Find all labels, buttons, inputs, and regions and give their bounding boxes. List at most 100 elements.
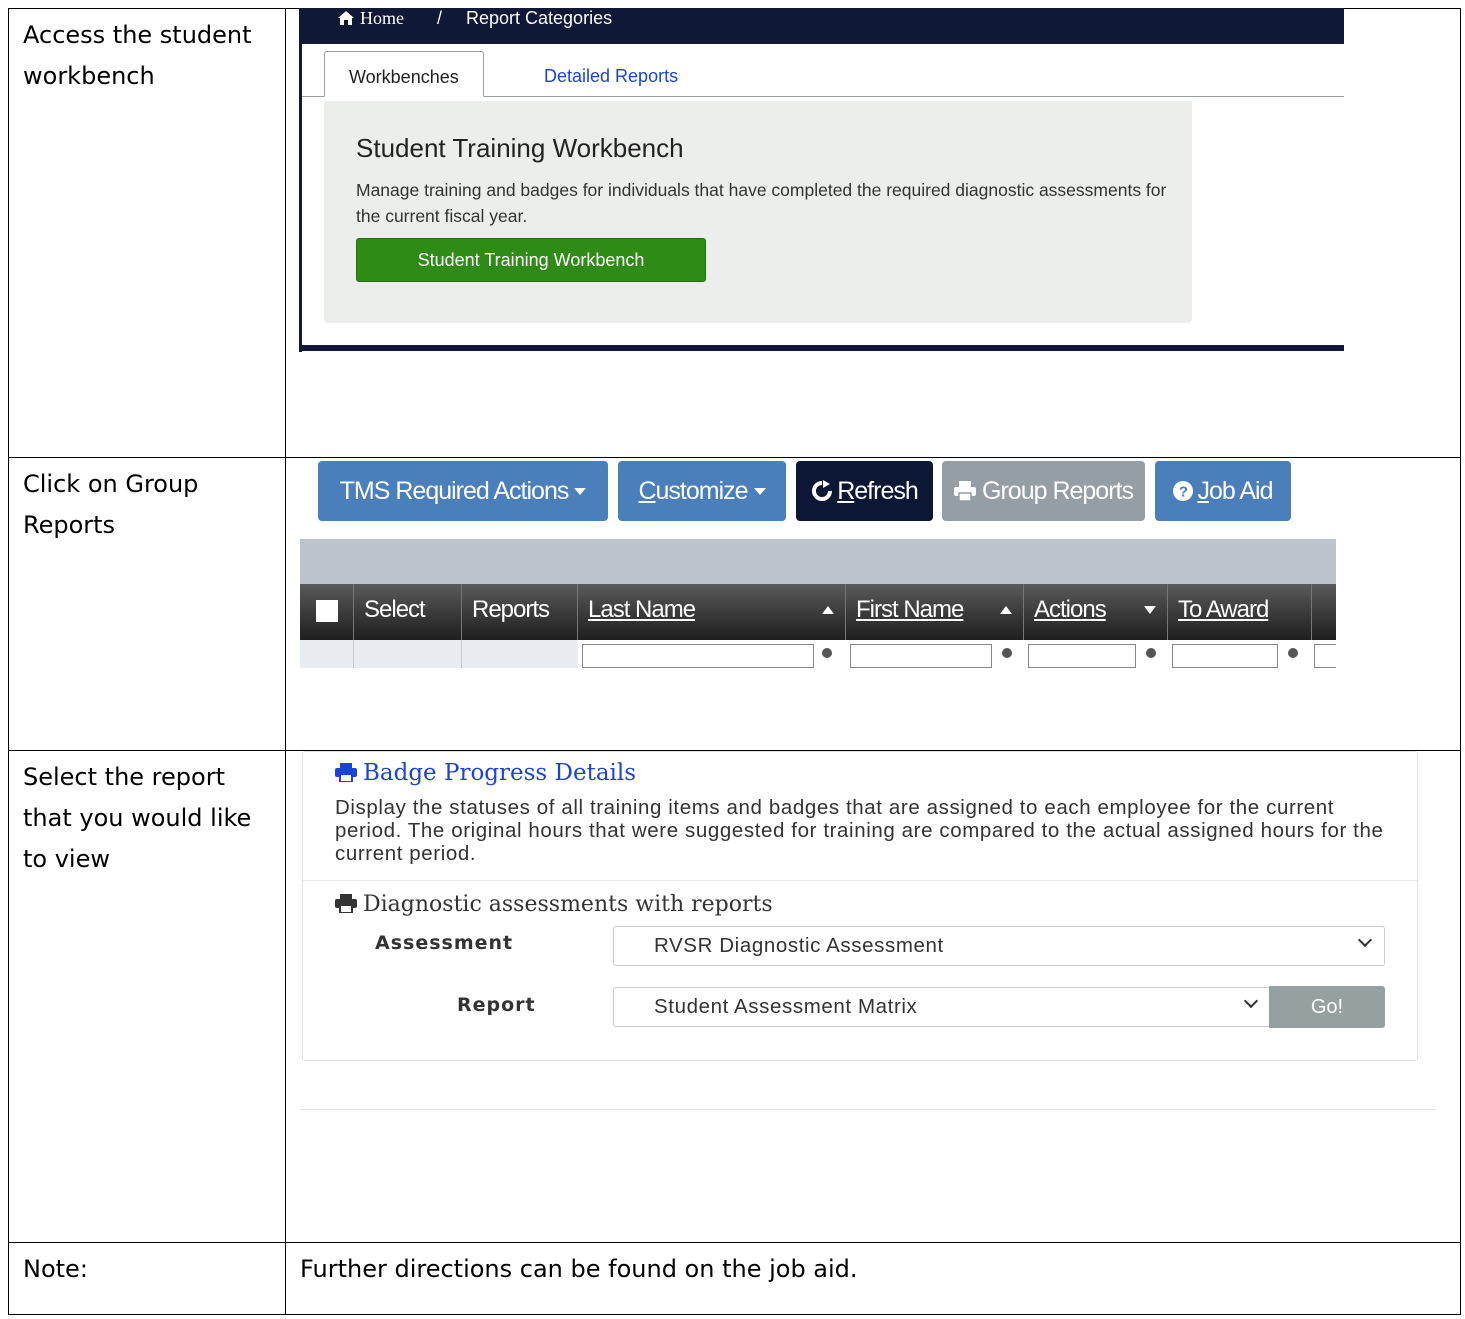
group-reports-label: Group Reports [982,477,1134,505]
go-button[interactable]: Go! [1269,986,1385,1028]
last-name-label: Last Name [588,596,696,623]
select-all-column [300,584,353,640]
column-header-select: Select [353,584,461,640]
refresh-access-key: R [837,477,855,505]
badge-progress-details-link[interactable]: Badge Progress Details [335,760,636,786]
divider [303,880,1417,881]
refresh-button[interactable]: Refresh [796,461,933,521]
panel-description: Manage training and badges for individua… [356,180,1167,226]
badge-progress-description: Display the statuses of all training ite… [335,796,1384,865]
column-header-to-award[interactable]: To Award [1167,584,1311,640]
student-training-workbench-button[interactable]: Student Training Workbench [356,238,706,282]
last-name-filter-input[interactable] [582,644,814,668]
report-selected-value: Student Assessment Matrix [654,995,918,1018]
toolbar-screenshot: TMS Required Actions Customize Refresh G… [300,458,1336,668]
actions-filter-input[interactable] [1028,644,1136,668]
report-screenshot: Badge Progress Details Display the statu… [300,751,1450,1113]
svg-text:?: ? [1179,484,1188,501]
customize-label: ustomize [655,477,749,505]
group-reports-button[interactable]: Group Reports [942,461,1145,521]
grid-toolbar [300,539,1336,584]
column-header-actions[interactable]: Actions [1023,584,1167,640]
filter-input-truncated[interactable] [1314,644,1336,668]
breadcrumb: Home / Report Categories [302,8,1344,44]
customize-access-key: C [638,477,656,505]
assessment-selected-value: RVSR Diagnostic Assessment [654,934,944,957]
note-text: Further directions can be found on the j… [300,1255,858,1283]
select-all-checkbox[interactable] [316,600,338,622]
divider [300,1109,1436,1110]
step-instruction: Select the report that you would like to… [23,763,252,873]
filter-icon[interactable] [822,648,832,658]
refresh-label: efresh [854,477,918,505]
column-header-reports: Reports [461,584,577,640]
breadcrumb-home-label: Home [360,8,404,28]
printer-icon [335,763,357,782]
screenshot-border [302,345,1344,351]
screenshot-cell: TMS Required Actions Customize Refresh G… [285,457,1461,751]
column-header-first-name[interactable]: First Name [845,584,1023,640]
table-row: Access the student workbench Home / Repo… [8,8,1461,458]
step-cell: Select the report that you would like to… [8,750,286,1243]
tab-detailed-reports[interactable]: Detailed Reports [520,51,702,95]
note-text-cell: Further directions can be found on the j… [285,1242,1461,1315]
first-name-label: First Name [856,596,964,623]
filter-cell [300,640,353,668]
home-icon [338,11,354,25]
assessment-select[interactable]: RVSR Diagnostic Assessment [613,926,1385,966]
breadcrumb-separator: / [437,8,443,28]
instruction-table: Access the student workbench Home / Repo… [8,8,1461,1315]
report-select[interactable]: Student Assessment Matrix [613,987,1271,1027]
tms-button-label: TMS Required Actions [339,477,570,505]
grid-header: Select Reports Last Name First Name Acti… [300,584,1336,640]
to-award-filter-input[interactable] [1172,644,1278,668]
job-aid-label: ob Aid [1208,477,1274,505]
chevron-down-icon [1243,993,1259,1009]
step-instruction: Access the student workbench [23,21,252,90]
to-award-label: To Award [1178,596,1269,623]
note-label-cell: Note: [8,1242,286,1315]
badge-progress-title: Badge Progress Details [363,760,637,786]
refresh-icon [812,480,833,501]
tab-bar: Workbenches Detailed Reports [302,44,1344,97]
filter-icon[interactable] [1002,648,1012,658]
screenshot-cell: Home / Report Categories Workbenches Det… [285,8,1461,458]
diagnostic-assessments-heading: Diagnostic assessments with reports [335,892,773,917]
sort-down-icon [1144,606,1156,614]
note-label: Note: [23,1255,88,1283]
filter-cell [353,640,462,668]
first-name-filter-input[interactable] [850,644,992,668]
job-aid-access-key: J [1197,477,1209,505]
step-instruction: Click on Group Reports [23,470,199,539]
workbench-panel: Student Training Workbench Manage traini… [324,101,1192,323]
breadcrumb-home[interactable]: Home [338,8,404,29]
filter-row [300,640,1336,668]
column-header-last-name[interactable]: Last Name [577,584,845,640]
diagnostic-assessments-title: Diagnostic assessments with reports [363,892,773,917]
caret-down-icon [574,488,587,495]
report-label: Report [457,994,536,1016]
tms-required-actions-button[interactable]: TMS Required Actions [318,461,608,521]
tab-workbenches[interactable]: Workbenches [324,51,484,97]
filter-icon[interactable] [1146,648,1156,658]
sort-up-icon [1000,606,1012,614]
breadcrumb-current: Report Categories [466,8,613,28]
printer-icon [954,481,977,502]
job-aid-button[interactable]: ? Job Aid [1155,461,1291,521]
table-row: Note: Further directions can be found on… [8,1242,1461,1315]
panel-title: Student Training Workbench [356,133,684,163]
sort-up-icon [822,606,834,614]
step-cell: Click on Group Reports [8,457,286,751]
screenshot-cell: Badge Progress Details Display the statu… [285,750,1461,1243]
filter-cell [461,640,578,668]
table-row: Click on Group Reports TMS Required Acti… [8,457,1461,751]
filter-icon[interactable] [1288,648,1298,658]
report-panel: Badge Progress Details Display the statu… [302,751,1418,1061]
question-circle-icon: ? [1173,481,1194,501]
actions-label: Actions [1034,596,1107,623]
customize-button[interactable]: Customize [618,461,786,521]
caret-down-icon [753,488,766,495]
workbench-screenshot: Home / Report Categories Workbenches Det… [299,8,1344,352]
step-cell: Access the student workbench [8,8,286,458]
column-header-truncated [1311,584,1336,640]
